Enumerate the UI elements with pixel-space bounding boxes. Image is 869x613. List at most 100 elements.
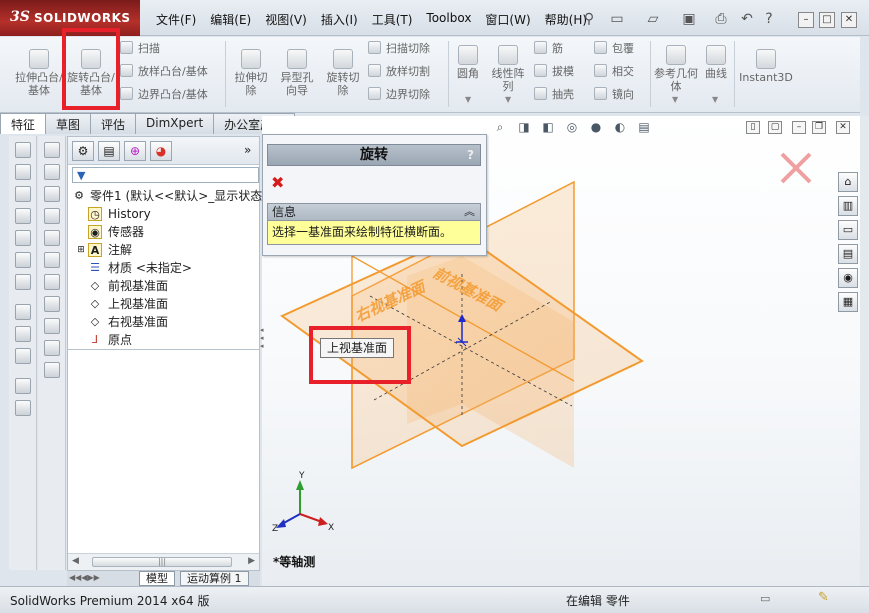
save-icon[interactable]: ▣: [676, 8, 702, 30]
tool-icon[interactable]: [43, 340, 60, 356]
tool-icon[interactable]: [14, 164, 31, 180]
boundary-cut-button[interactable]: 边界切除: [368, 87, 430, 103]
minimize-button[interactable]: –: [798, 12, 814, 28]
configuration-tab-icon[interactable]: ⊕: [124, 141, 146, 161]
tab-dimxpert[interactable]: DimXpert: [135, 113, 215, 134]
menu-tools[interactable]: 工具(T): [366, 8, 419, 30]
menu-file[interactable]: 文件(F): [150, 8, 202, 30]
tab-motion-study[interactable]: 运动算例 1: [180, 571, 249, 586]
menu-window[interactable]: 窗口(W): [479, 8, 536, 30]
tool-icon[interactable]: [14, 304, 31, 320]
tool-icon[interactable]: [43, 208, 60, 224]
viewport-close-button[interactable]: ✕: [836, 121, 850, 134]
scroll-right-arrow-icon[interactable]: ▶: [248, 556, 255, 566]
tool-icon[interactable]: [14, 348, 31, 364]
tab-nav-arrows-icon[interactable]: ◀◀◀▶▶: [69, 573, 100, 582]
cancel-x-icon[interactable]: [778, 150, 814, 186]
status-icon[interactable]: ▭: [760, 592, 770, 605]
pin-icon[interactable]: ⚲: [576, 8, 602, 30]
display-style-icon[interactable]: ◧: [536, 118, 560, 136]
reference-geometry-button[interactable]: 参考几何体: [654, 45, 698, 93]
help-icon[interactable]: ?: [467, 145, 474, 165]
tool-icon[interactable]: [43, 142, 60, 158]
tool-icon[interactable]: [14, 274, 31, 290]
tool-icon[interactable]: [14, 208, 31, 224]
lofted-cut-button[interactable]: 放样切割: [368, 64, 430, 80]
tool-icon[interactable]: [43, 186, 60, 202]
view-orientation-icon[interactable]: ◨: [512, 118, 536, 136]
ref-geometry-dropdown-icon[interactable]: ▼: [672, 95, 678, 104]
rebuild-icon[interactable]: ✎: [818, 590, 829, 605]
help-question-icon[interactable]: ?: [756, 8, 782, 30]
tool-icon[interactable]: [43, 230, 60, 246]
tab-model[interactable]: 模型: [139, 571, 175, 586]
extrude-boss-button[interactable]: 拉伸凸台/基体: [14, 49, 64, 97]
revolve-cut-button[interactable]: 旋转切除: [322, 49, 364, 97]
linear-pattern-button[interactable]: 线性阵列: [488, 45, 528, 93]
tool-icon[interactable]: [14, 326, 31, 342]
tool-icon[interactable]: [43, 252, 60, 268]
maximize-button[interactable]: □: [819, 12, 835, 28]
info-section-header[interactable]: 信息 ︽: [267, 203, 481, 221]
close-button[interactable]: ✕: [841, 12, 857, 28]
hole-wizard-button[interactable]: 异型孔向导: [276, 49, 318, 97]
tool-icon[interactable]: [43, 318, 60, 334]
expand-panel-icon[interactable]: »: [244, 143, 251, 157]
file-explorer-icon[interactable]: ▭: [838, 220, 858, 240]
intersect-button[interactable]: 相交: [594, 64, 634, 80]
viewport-maximize-button[interactable]: ❐: [812, 121, 826, 134]
pattern-dropdown-icon[interactable]: ▼: [505, 95, 511, 104]
menu-view[interactable]: 视图(V): [259, 8, 313, 30]
tree-filter-input[interactable]: ▼: [72, 167, 259, 183]
scroll-thumb[interactable]: |||: [92, 557, 232, 567]
tool-icon[interactable]: [14, 400, 31, 416]
viewport-restore-icon[interactable]: ▢: [768, 121, 782, 134]
view-palette-icon[interactable]: ▤: [838, 244, 858, 264]
design-library-icon[interactable]: ▥: [838, 196, 858, 216]
appearances-icon[interactable]: ◉: [838, 268, 858, 288]
tab-features[interactable]: 特征: [0, 113, 47, 134]
tool-icon[interactable]: [14, 142, 31, 158]
scene-icon[interactable]: ◐: [608, 118, 632, 136]
rollback-bar[interactable]: [68, 349, 259, 350]
menu-edit[interactable]: 编辑(E): [204, 8, 257, 30]
menu-toolbox[interactable]: Toolbox: [420, 8, 477, 30]
curves-dropdown-icon[interactable]: ▼: [712, 95, 718, 104]
swept-cut-button[interactable]: 扫描切除: [368, 41, 430, 57]
appearance-icon[interactable]: ●: [584, 118, 608, 136]
tool-icon[interactable]: [43, 164, 60, 180]
tool-icon[interactable]: [43, 362, 60, 378]
tab-evaluate[interactable]: 评估: [90, 113, 137, 134]
expand-plus-icon[interactable]: ⊞: [74, 243, 88, 257]
scroll-left-arrow-icon[interactable]: ◀: [72, 556, 79, 566]
open-folder-icon[interactable]: ▱: [640, 8, 666, 30]
fillet-dropdown-icon[interactable]: ▼: [465, 95, 471, 104]
home-icon[interactable]: ⌂: [838, 172, 858, 192]
mirror-button[interactable]: 镜向: [594, 87, 634, 103]
view-settings-icon[interactable]: ▤: [632, 118, 656, 136]
shell-button[interactable]: 抽壳: [534, 87, 574, 103]
hide-show-icon[interactable]: ◎: [560, 118, 584, 136]
menu-insert[interactable]: 插入(I): [315, 8, 364, 30]
boundary-boss-button[interactable]: 边界凸台/基体: [120, 87, 208, 103]
loft-boss-button[interactable]: 放样凸台/基体: [120, 64, 208, 80]
draft-button[interactable]: 拔模: [534, 64, 574, 80]
print-icon[interactable]: ⎙: [708, 8, 734, 30]
panel-splitter-handle[interactable]: ◂ ◂ ◂: [260, 326, 266, 356]
viewport-split-icon[interactable]: ▯: [746, 121, 760, 134]
feature-tree-tab-icon[interactable]: ⚙: [72, 141, 94, 161]
tool-icon[interactable]: [14, 252, 31, 268]
property-manager-tab-icon[interactable]: ▤: [98, 141, 120, 161]
tab-sketch[interactable]: 草图: [45, 113, 92, 134]
sweep-button[interactable]: 扫描: [120, 41, 160, 57]
instant3d-button[interactable]: Instant3D: [738, 49, 794, 84]
display-manager-tab-icon[interactable]: ◕: [150, 141, 172, 161]
wrap-button[interactable]: 包覆: [594, 41, 634, 57]
cancel-icon[interactable]: ✖: [271, 173, 284, 192]
zoom-to-fit-icon[interactable]: ⌕: [488, 118, 512, 136]
viewport-minimize-button[interactable]: –: [792, 121, 806, 134]
tool-icon[interactable]: [14, 186, 31, 202]
tool-icon[interactable]: [43, 296, 60, 312]
tool-icon[interactable]: [14, 378, 31, 394]
new-document-icon[interactable]: ▭: [604, 8, 630, 30]
